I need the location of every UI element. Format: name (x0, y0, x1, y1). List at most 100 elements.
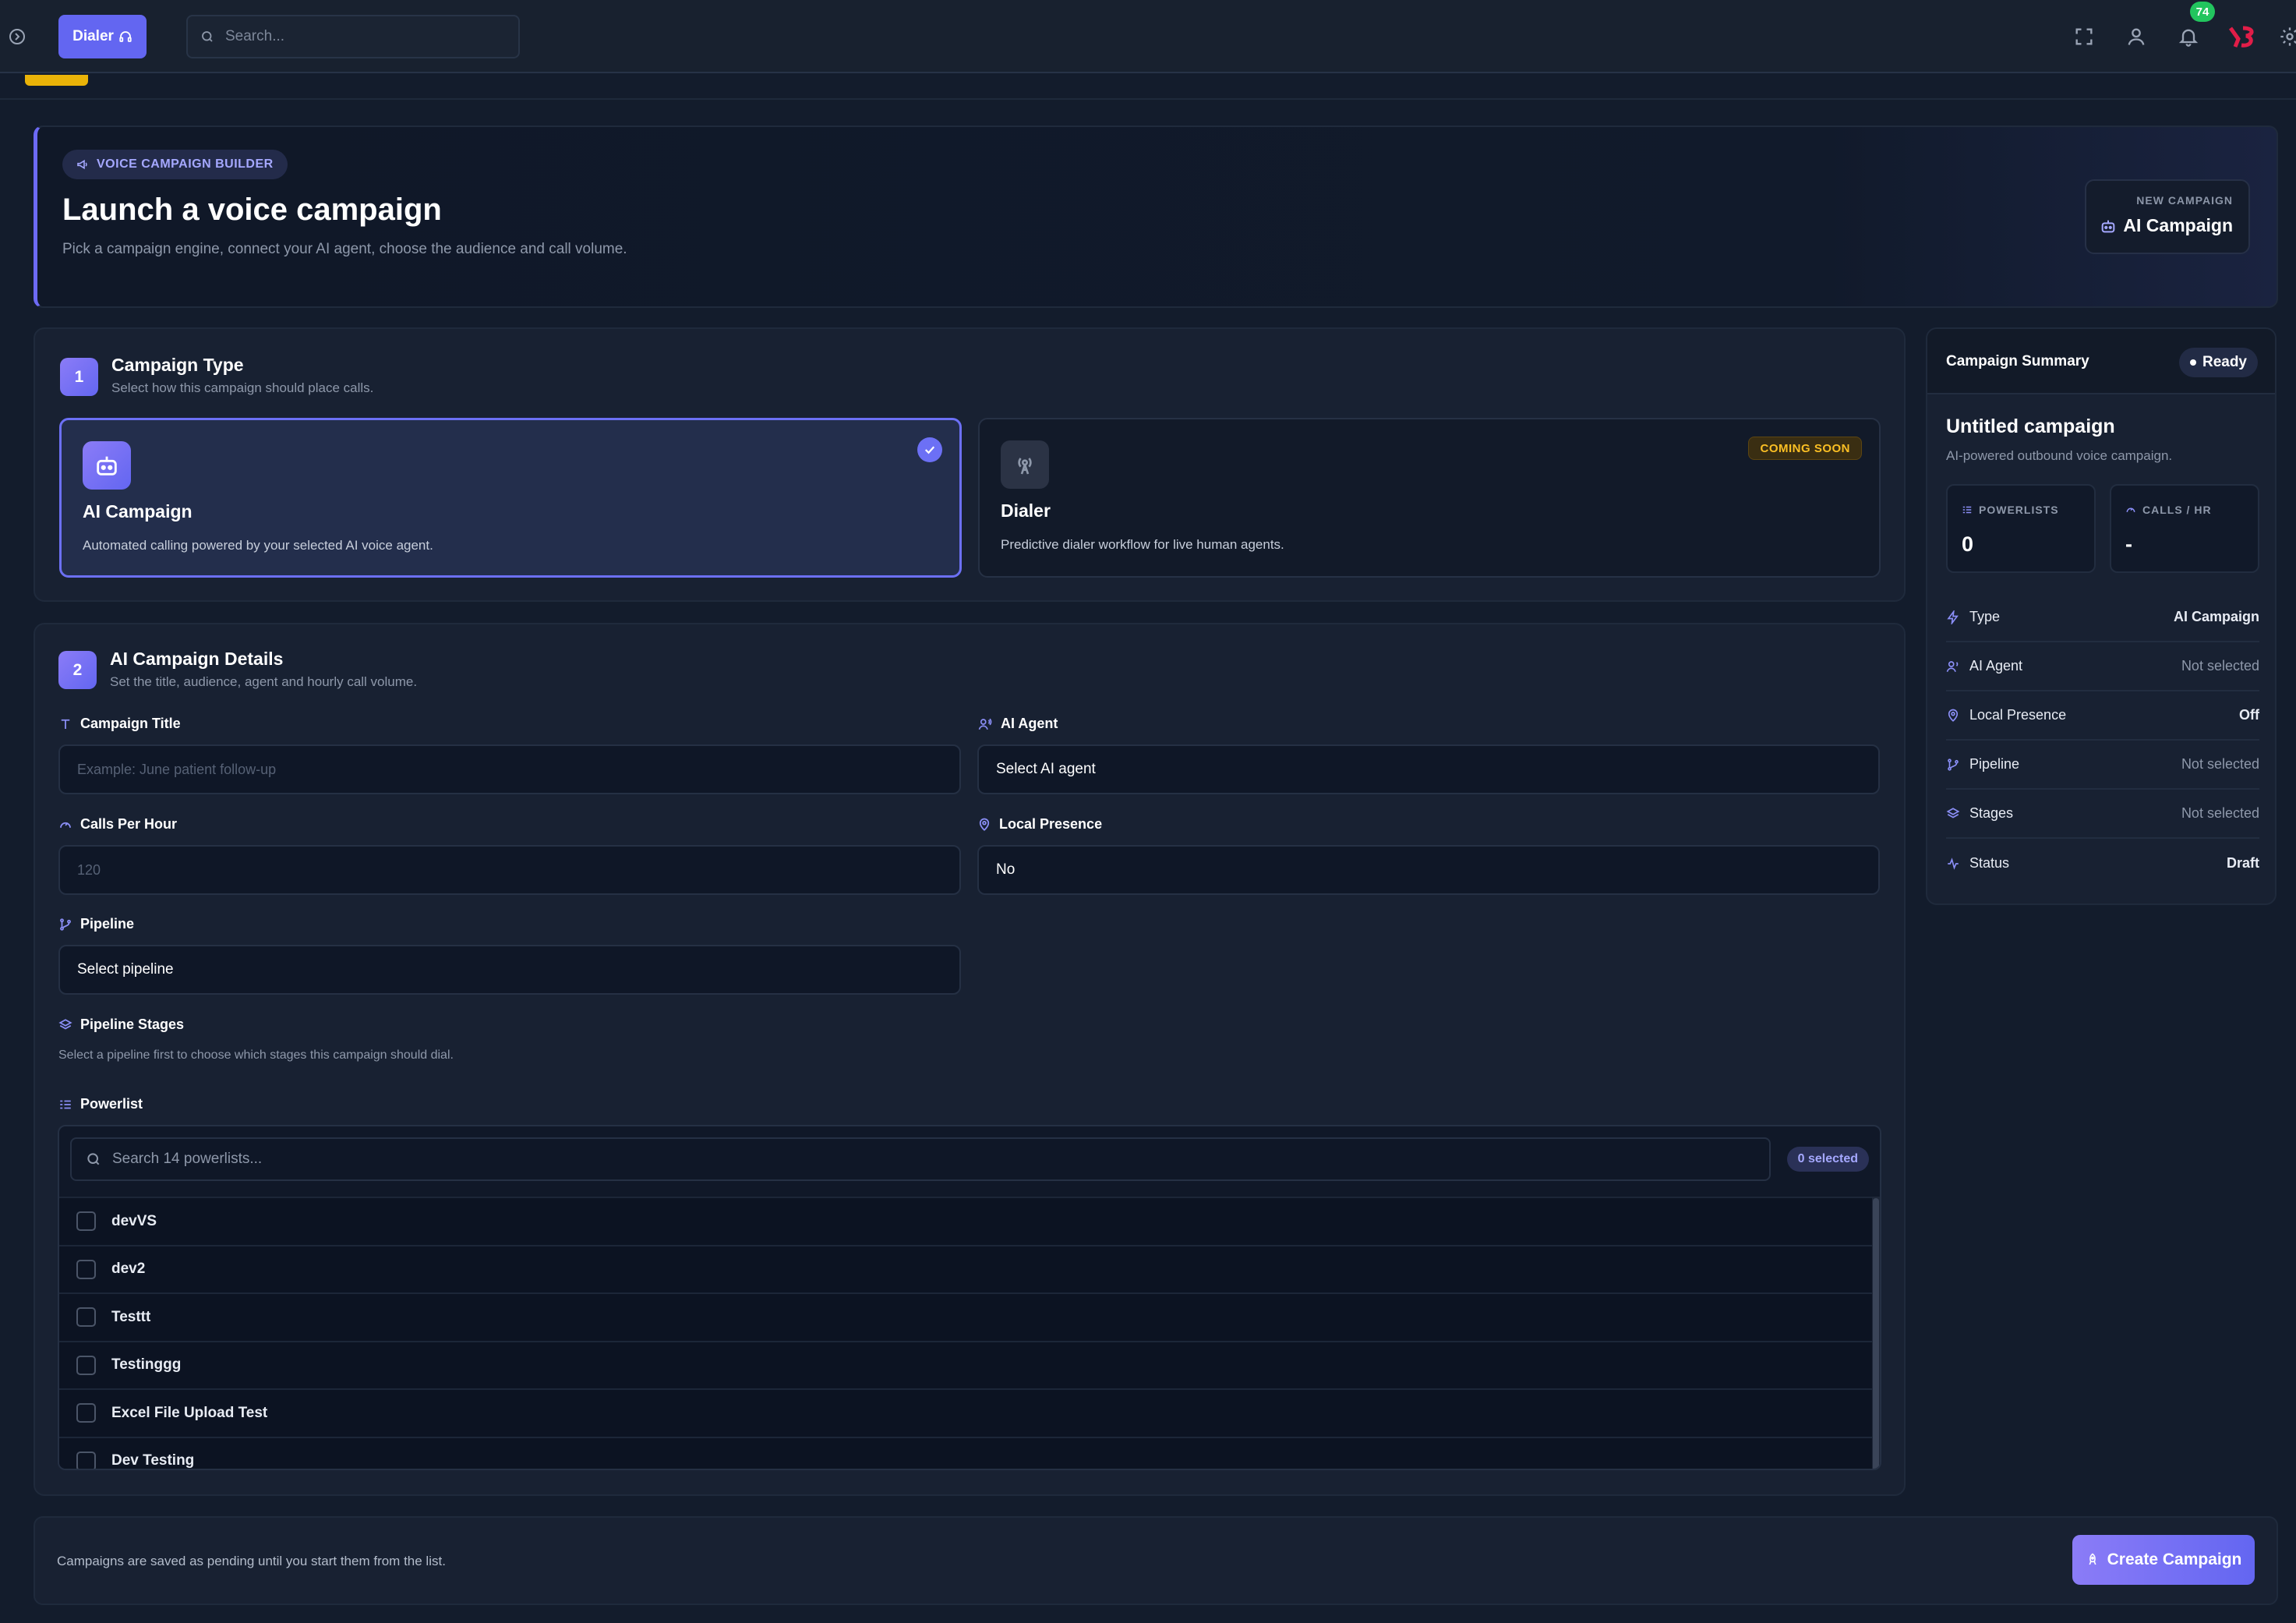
gear-icon[interactable] (2279, 26, 2296, 48)
calls-stat-label: CALLS / HR (2125, 504, 2212, 516)
robot-icon (97, 456, 117, 476)
antenna-icon-tile (1001, 440, 1049, 489)
antenna-icon (1018, 458, 1032, 475)
step-title: AI Campaign Details (110, 649, 284, 669)
checkbox[interactable] (76, 1355, 96, 1375)
list-item[interactable]: Excel File Upload Test (59, 1388, 1875, 1437)
rocket-icon (2089, 1553, 2096, 1565)
new-campaign-value-text: AI Campaign (2123, 215, 2233, 235)
gauge-icon (2126, 507, 2135, 513)
page-title: Launch a voice campaign (62, 193, 442, 227)
headset-icon (119, 31, 132, 42)
text-icon (61, 719, 70, 729)
pipeline-label: Pipeline (58, 916, 134, 932)
layers-icon (1946, 807, 1960, 818)
checkbox[interactable] (76, 1451, 96, 1469)
warning-tab[interactable] (25, 75, 88, 86)
summary-campaign-desc: AI-powered outbound voice campaign. (1946, 448, 2173, 463)
option-name: Dialer (1001, 500, 1051, 521)
hero-banner: VOICE CAMPAIGN BUILDER Launch a voice ca… (34, 126, 2278, 308)
summary-row-stages: Stages Not selected (1946, 790, 2259, 839)
top-bar: Dialer Search... 74 (0, 0, 2296, 73)
calls-stat-value: - (2125, 532, 2132, 556)
fullscreen-icon[interactable] (2073, 26, 2095, 48)
calls-per-hour-input[interactable]: 120 (58, 845, 961, 895)
list-item[interactable]: dev2 (59, 1244, 1875, 1292)
status-badge: Ready (2178, 348, 2258, 377)
robot-icon (2102, 220, 2115, 232)
scrollbar-thumb[interactable] (1873, 1198, 1879, 1469)
campaign-summary-panel: Campaign Summary Ready Untitled campaign… (1926, 327, 2277, 905)
activity-icon (1948, 857, 1959, 870)
summary-row-type: Type AI Campaign (1946, 593, 2259, 642)
summary-header: Campaign Summary Ready (1927, 329, 2275, 394)
divider (0, 98, 2296, 100)
pipeline-stages-hint: Select a pipeline first to choose which … (58, 1048, 454, 1062)
powerlists-stat: POWERLISTS 0 (1946, 484, 2096, 573)
selected-count-badge: 0 selected (1786, 1147, 1869, 1172)
local-presence-label: Local Presence (977, 816, 1102, 833)
checkbox[interactable] (76, 1307, 96, 1328)
summary-row-pipeline: Pipeline Not selected (1946, 741, 2259, 790)
powerlists-stat-label: POWERLISTS (1962, 504, 2059, 516)
builder-pill: VOICE CAMPAIGN BUILDER (62, 150, 288, 179)
user-icon[interactable] (2125, 26, 2147, 48)
list-item[interactable]: Testtt (59, 1292, 1875, 1341)
powerlist-rows: devVS dev2 Testtt Testinggg Excel File U… (59, 1197, 1875, 1469)
avatar[interactable] (2227, 23, 2255, 50)
calls-stat: CALLS / HR - (2110, 484, 2259, 573)
bolt-icon (1947, 610, 1959, 624)
powerlists-stat-value: 0 (1962, 532, 1974, 556)
step-subtitle: Set the title, audience, agent and hourl… (110, 674, 418, 689)
megaphone-icon (77, 159, 87, 170)
campaign-title-input[interactable]: Example: June patient follow-up (58, 744, 961, 794)
step-number: 2 (58, 651, 97, 689)
checkbox[interactable] (76, 1211, 96, 1232)
list-icon (60, 1100, 71, 1109)
local-presence-select[interactable]: No (977, 845, 1880, 895)
summary-row-local-presence: Local Presence Off (1946, 691, 2259, 741)
bell-icon[interactable] (2178, 26, 2199, 48)
list-icon (1962, 506, 1972, 514)
new-campaign-value: AI Campaign (2100, 215, 2233, 236)
page-subtitle: Pick a campaign engine, connect your AI … (62, 241, 627, 257)
checkbox[interactable] (76, 1403, 96, 1423)
search-placeholder: Search... (225, 28, 285, 44)
dialer-label: Dialer (72, 28, 114, 44)
powerlist-panel: Search 14 powerlists... 0 selected devVS… (58, 1125, 1881, 1470)
pipeline-select[interactable]: Select pipeline (58, 945, 961, 995)
search-icon (202, 31, 213, 42)
powerlist-search-input[interactable]: Search 14 powerlists... (70, 1137, 1771, 1181)
user-voice-icon (1946, 660, 1959, 672)
gauge-icon (60, 822, 71, 828)
summary-row-ai-agent: AI Agent Not selected (1946, 642, 2259, 691)
dialer-button[interactable]: Dialer (58, 15, 147, 58)
notification-badge: 74 (2190, 2, 2215, 22)
git-branch-icon (1948, 758, 1959, 771)
new-campaign-label: NEW CAMPAIGN (2136, 194, 2233, 207)
summary-row-status: Status Draft (1946, 839, 2259, 888)
powerlist-label: Powerlist (58, 1096, 143, 1112)
global-search-input[interactable]: Search... (186, 15, 520, 58)
list-item[interactable]: Testinggg (59, 1340, 1875, 1388)
step-number: 1 (60, 358, 98, 396)
coming-soon-badge: COMING SOON (1748, 437, 1862, 460)
map-pin-icon (1948, 709, 1959, 722)
builder-pill-label: VOICE CAMPAIGN BUILDER (97, 157, 274, 171)
user-voice-icon (978, 718, 992, 730)
create-campaign-button[interactable]: Create Campaign (2072, 1535, 2255, 1585)
option-dialer[interactable]: COMING SOON Dialer Predictive dialer wor… (978, 418, 1881, 578)
list-item[interactable]: Dev Testing (59, 1436, 1875, 1469)
campaign-type-card: 1 Campaign Type Select how this campaign… (34, 327, 1906, 602)
summary-campaign-name: Untitled campaign (1946, 415, 2115, 437)
list-item[interactable]: devVS (59, 1197, 1875, 1245)
layers-icon (58, 1018, 72, 1030)
checkbox[interactable] (76, 1259, 96, 1279)
step-subtitle: Select how this campaign should place ca… (111, 380, 374, 395)
new-campaign-card: NEW CAMPAIGN AI Campaign (2085, 179, 2250, 254)
circle-arrow-icon[interactable] (8, 27, 26, 46)
ai-agent-select[interactable]: Select AI agent (977, 744, 1880, 794)
check-icon (917, 437, 942, 462)
option-ai-campaign[interactable]: AI Campaign Automated calling powered by… (59, 418, 962, 578)
git-branch-icon (60, 918, 71, 931)
